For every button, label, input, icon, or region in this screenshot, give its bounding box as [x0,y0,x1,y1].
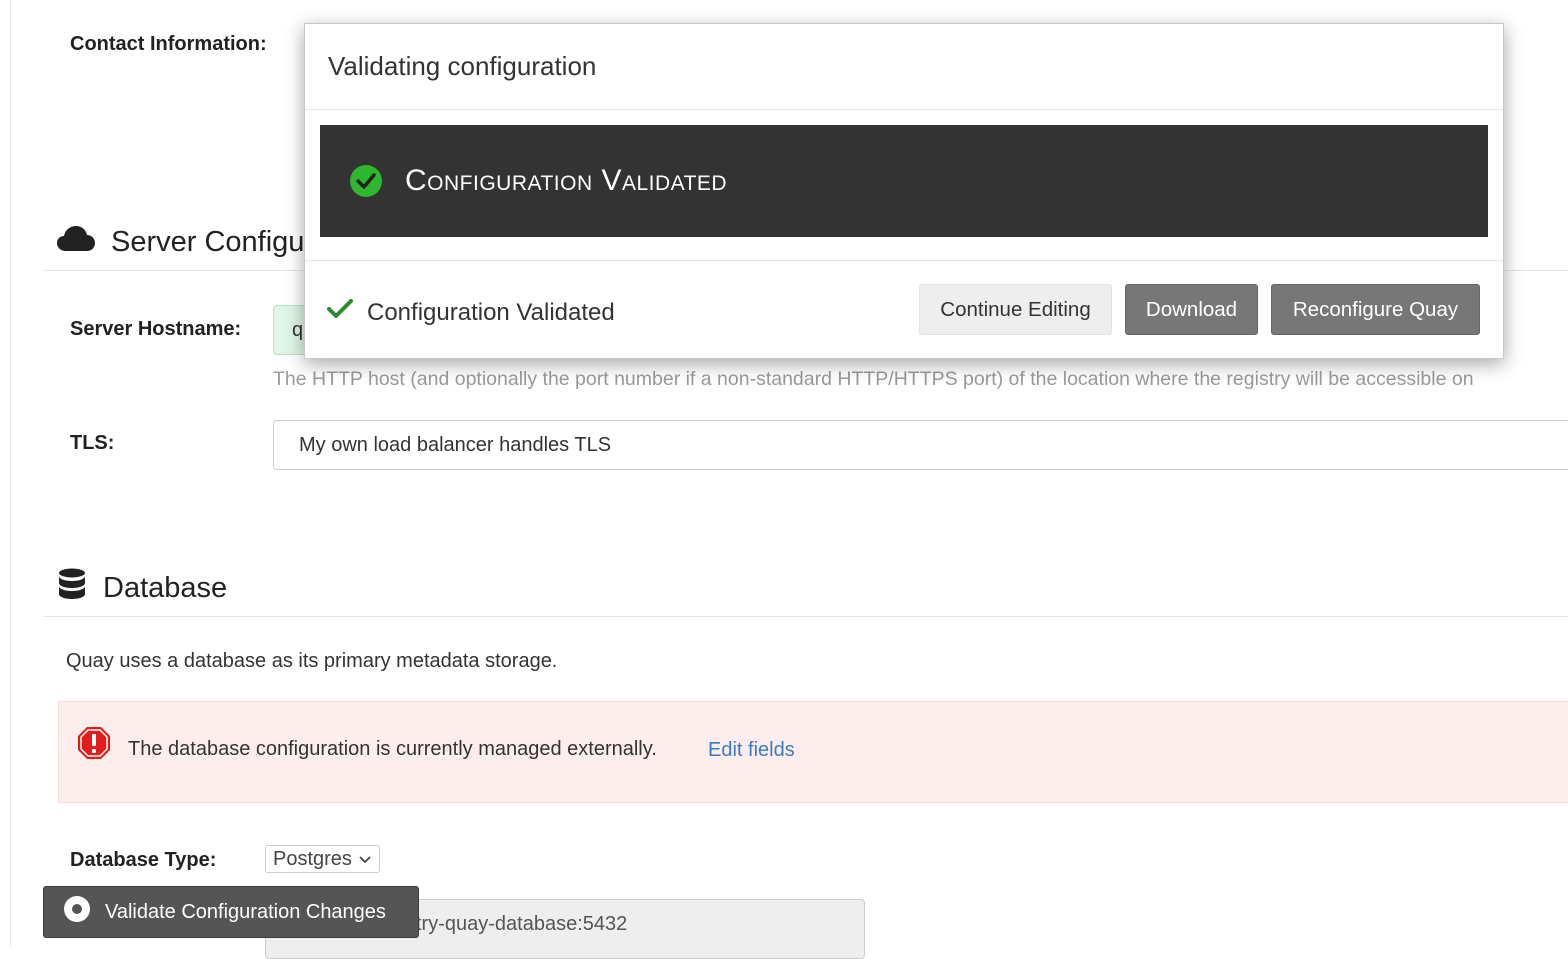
check-circle-icon [349,164,383,198]
database-server-value: try-quay-database:5432 [416,913,628,935]
modal-footer-divider [305,260,1503,261]
database-section-divider [43,616,1568,617]
tls-value: My own load balancer handles TLS [299,434,612,456]
database-description: Quay uses a database as its primary meta… [66,650,558,672]
exclamation-octagon-icon [77,726,111,765]
server-config-header: Server Configur [57,224,314,260]
contact-information-label: Contact Information: [70,33,267,55]
page-left-border [10,0,11,947]
download-button[interactable]: Download [1125,284,1258,335]
server-config-title: Server Configur [111,225,315,258]
banner-status-text: Configuration Validated [405,164,728,197]
alert-message: The database configuration is currently … [128,738,657,760]
database-type-label: Database Type: [70,849,217,871]
modal-title: Validating configuration [328,51,597,81]
reconfigure-quay-button[interactable]: Reconfigure Quay [1271,284,1480,335]
validate-button-label: Validate Configuration Changes [105,900,386,923]
footer-status: Configuration Validated [327,298,615,327]
server-hostname-label: Server Hostname: [70,318,242,340]
footer-status-text: Configuration Validated [367,298,615,326]
database-header: Database [57,568,227,608]
database-type-value: Postgres [273,847,352,870]
database-type-select[interactable]: Postgres [265,845,380,873]
validation-modal: Validating configuration Configuration V… [304,23,1504,359]
modal-header-divider [305,109,1503,110]
validation-status-banner: Configuration Validated [320,125,1488,237]
continue-editing-button[interactable]: Continue Editing [919,284,1112,335]
checkmark-icon [327,298,353,327]
tls-select[interactable]: My own load balancer handles TLS [273,420,1568,470]
tls-label: TLS: [70,432,115,454]
chevron-down-icon [358,848,372,871]
server-hostname-value: q [292,319,304,341]
circle-dot-icon [63,895,91,929]
cloud-icon [57,224,95,260]
edit-fields-link[interactable]: Edit fields [708,739,795,762]
server-hostname-help: The HTTP host (and optionally the port n… [273,368,1474,390]
database-title: Database [103,571,228,604]
database-icon [57,568,87,608]
validate-configuration-button[interactable]: Validate Configuration Changes [43,886,419,938]
